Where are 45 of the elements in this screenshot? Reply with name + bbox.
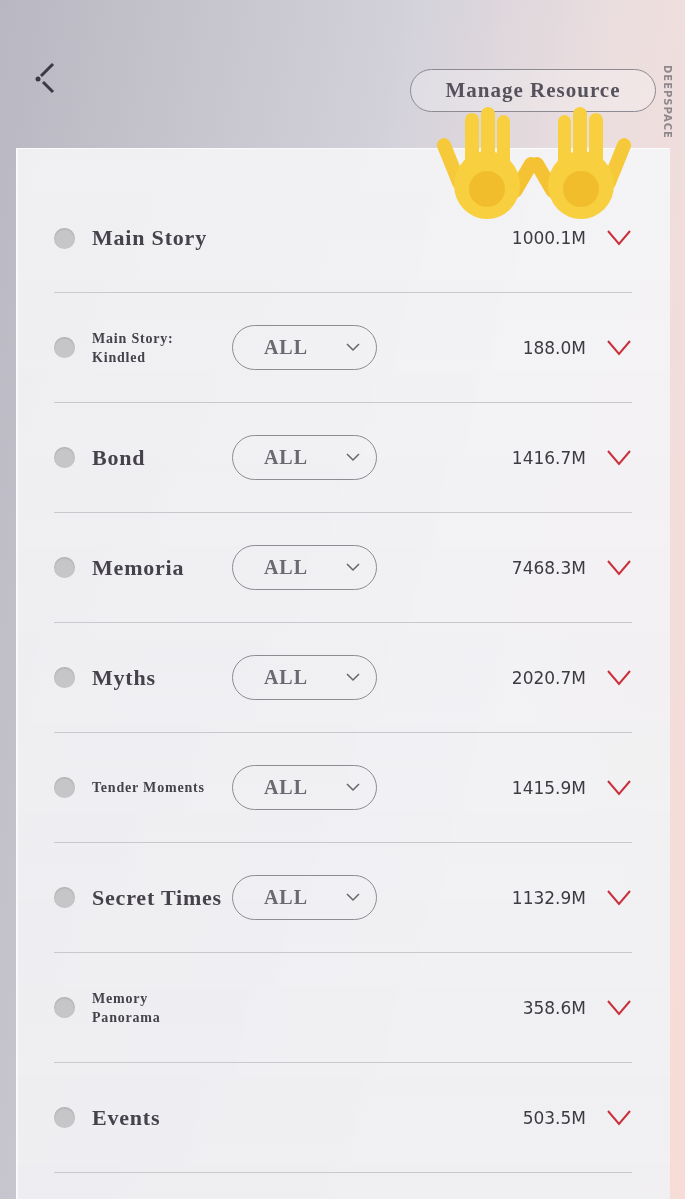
- category-label: Myths: [92, 664, 157, 691]
- caret-icon: [346, 453, 360, 462]
- radio-button[interactable]: [54, 557, 75, 578]
- expand-chevron-icon[interactable]: [606, 1108, 632, 1127]
- size-label: 1000.1M: [511, 228, 586, 248]
- expand-chevron-icon[interactable]: [606, 229, 632, 247]
- radio-button[interactable]: [54, 887, 75, 908]
- expand-chevron-icon[interactable]: [606, 668, 632, 687]
- caret-icon: [346, 783, 360, 792]
- side-label: DEEPSPACE: [662, 65, 673, 139]
- category-label: Events: [92, 1104, 162, 1131]
- category-label: Secret Times: [92, 884, 223, 911]
- expand-chevron-icon[interactable]: [606, 888, 632, 907]
- manage-resource-button[interactable]: Manage Resource: [410, 69, 656, 112]
- size-label: 2020.7M: [511, 667, 586, 688]
- size-label: 358.6M: [522, 997, 586, 1018]
- category-label: Memory Panorama: [92, 989, 162, 1027]
- expand-chevron-icon[interactable]: [606, 998, 632, 1017]
- radio-button[interactable]: [54, 227, 75, 249]
- radio-button[interactable]: [54, 1107, 75, 1128]
- category-label: Main Story: [92, 225, 207, 251]
- size-label: 503.5M: [522, 1107, 586, 1128]
- caret-icon: [346, 673, 360, 682]
- size-label: 7468.3M: [511, 557, 586, 578]
- size-label: 1416.7M: [511, 447, 586, 468]
- caret-icon: [346, 893, 360, 902]
- radio-button[interactable]: [54, 997, 75, 1018]
- radio-button[interactable]: [54, 447, 75, 468]
- back-button[interactable]: [35, 62, 57, 94]
- expand-chevron-icon[interactable]: [606, 778, 632, 797]
- category-label: Bond: [92, 444, 147, 471]
- size-label: 188.0M: [522, 337, 586, 358]
- caret-icon: [346, 343, 360, 352]
- size-label: 1415.9M: [511, 777, 586, 798]
- category-label: Memoria: [92, 554, 186, 581]
- expand-chevron-icon[interactable]: [606, 338, 632, 357]
- expand-chevron-icon[interactable]: [606, 558, 632, 577]
- caret-icon: [346, 563, 360, 572]
- size-label: 1132.9M: [511, 887, 586, 908]
- category-label: Tender Moments: [92, 779, 206, 797]
- radio-button[interactable]: [54, 777, 75, 798]
- category-label: Main Story: Kindled: [92, 329, 175, 367]
- radio-button[interactable]: [54, 667, 75, 688]
- expand-chevron-icon[interactable]: [606, 448, 632, 467]
- radio-button[interactable]: [54, 337, 75, 358]
